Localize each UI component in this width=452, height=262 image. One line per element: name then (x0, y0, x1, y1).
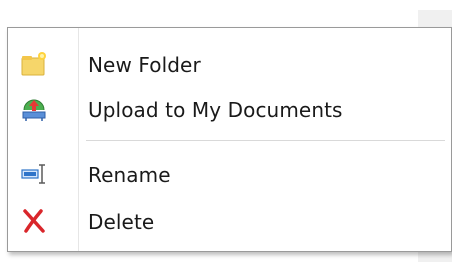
menu-item-label: Rename (88, 163, 171, 187)
menu-item-upload[interactable]: Upload to My Documents (8, 87, 451, 131)
menu-item-rename[interactable]: Rename (8, 152, 451, 196)
delete-icon (20, 207, 48, 235)
upload-icon (20, 95, 48, 123)
menu-item-label: Upload to My Documents (88, 98, 343, 122)
context-menu: New Folder Upload to My Documents Rename… (7, 27, 452, 252)
menu-item-new-folder[interactable]: New Folder (8, 42, 451, 86)
new-folder-icon (20, 50, 48, 78)
menu-item-delete[interactable]: Delete (8, 199, 451, 243)
rename-icon (20, 160, 48, 188)
menu-separator (86, 140, 445, 141)
menu-item-label: Delete (88, 210, 155, 234)
menu-item-label: New Folder (88, 53, 201, 77)
